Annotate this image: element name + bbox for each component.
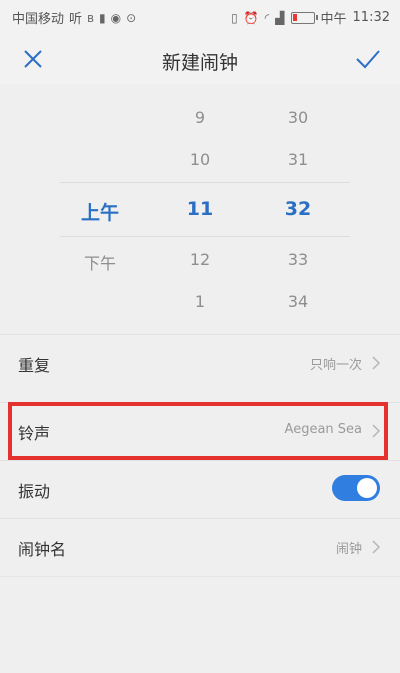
repeat-value: 只响一次 [309,358,362,373]
clock-prefix: 中午 [320,12,347,27]
time-picker[interactable]: 上午 下午 9 10 11 12 1 30 31 32 33 34 [0,90,400,330]
repeat-label: 重复 [18,356,51,375]
minute-wheel[interactable]: 30 31 32 33 34 [258,90,338,330]
app-icon: ⊙ [126,10,137,25]
minute-option[interactable]: 30 [258,108,338,127]
vibrate-toggle[interactable] [332,475,380,501]
hour-option[interactable]: 11 [160,198,240,220]
ampm-wheel[interactable]: 上午 下午 [60,90,140,330]
carrier-suffix: 听 [69,12,83,27]
empty-area [0,576,400,673]
ampm-option[interactable]: 上午 [60,198,140,225]
chevron-right-icon [372,540,380,554]
hour-option[interactable]: 12 [160,250,240,269]
app-icon: ▮ [99,10,106,25]
hour-option[interactable]: 1 [160,292,240,311]
chevron-right-icon [372,424,380,438]
bluetooth-icon: ʙ [87,10,94,25]
minute-option[interactable]: 34 [258,292,338,311]
minute-option[interactable]: 32 [258,198,338,220]
alarm-name-row[interactable]: 闹钟名 闹钟 [0,518,400,575]
clock: 11:32 [352,10,390,25]
hour-option[interactable]: 10 [160,150,240,169]
alarm-name-label: 闹钟名 [18,540,67,559]
signal-icon: ▟ [275,10,285,25]
ringtone-label: 铃声 [18,424,51,443]
title-bar: 新建闹钟 [0,36,400,84]
vibrate-label: 振动 [18,482,51,501]
ringtone-row[interactable]: 铃声 Aegean Sea [0,402,400,459]
hour-option[interactable]: 9 [160,108,240,127]
carrier-name: 中国移动 [12,12,65,27]
hour-wheel[interactable]: 9 10 11 12 1 [160,90,240,330]
ringtone-value: Aegean Sea [284,422,362,437]
minute-option[interactable]: 33 [258,250,338,269]
toggle-knob [357,478,377,498]
alarm-name-value: 闹钟 [335,542,362,557]
repeat-row[interactable]: 重复 只响一次 [0,334,400,391]
vibrate-row[interactable]: 振动 [0,460,400,517]
status-bar: 中国移动听 ʙ ▮ ◉ ⊙ ▯ ⏰ ◜ ▟ 中午 11:32 [0,0,400,36]
minute-option[interactable]: 31 [258,150,338,169]
chevron-right-icon [372,356,380,370]
battery-icon [290,11,318,24]
check-icon[interactable] [354,46,382,72]
vibrate-mode-icon: ▯ [231,10,238,25]
page-title: 新建闹钟 [161,52,238,74]
app-icon: ◉ [110,10,122,25]
alarm-clock-icon: ⏰ [243,10,259,25]
wifi-icon: ◜ [264,10,270,25]
ampm-option[interactable]: 下午 [60,250,140,274]
